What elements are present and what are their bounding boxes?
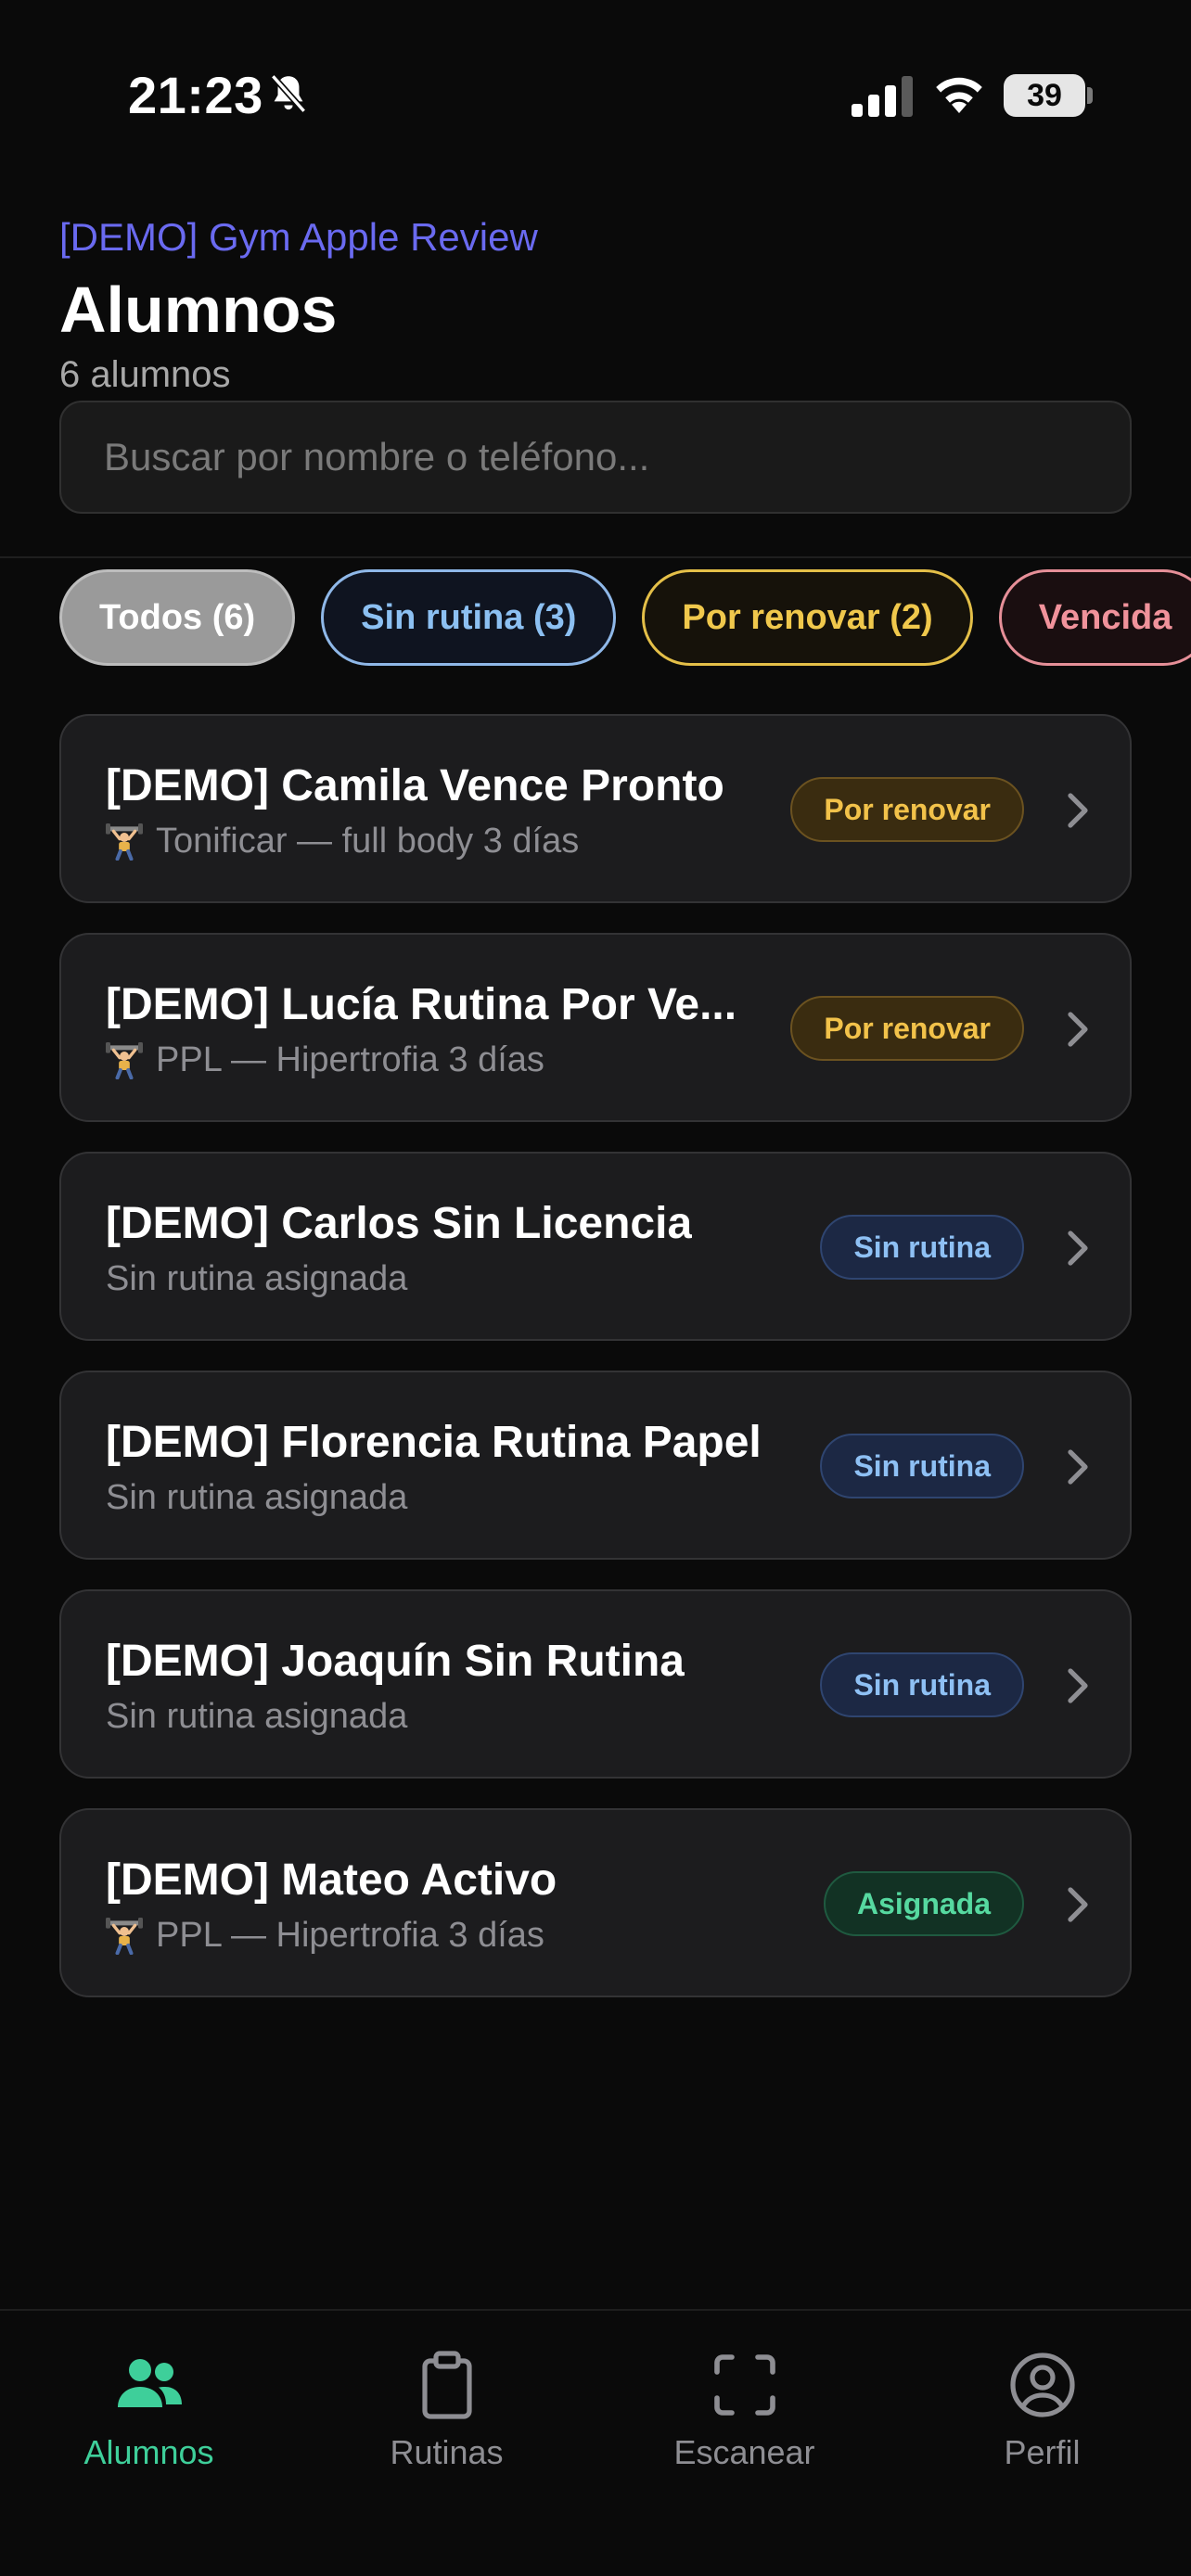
tab-bar: Alumnos Rutinas Escanear Perfil <box>0 2309 1191 2576</box>
student-routine: Sin rutina asignada <box>106 1478 407 1518</box>
tab-label: Perfil <box>1004 2433 1081 2471</box>
students-screen: 21:23 39 [DEMO] Gym Apple Review Alumnos… <box>0 0 1191 2576</box>
tab-alumnos[interactable]: Alumnos <box>0 2348 298 2496</box>
filter-chips: Todos (6) Sin rutina (3) Por renovar (2)… <box>59 569 1191 666</box>
weightlifter-icon <box>106 823 143 861</box>
student-card[interactable]: [DEMO] Florencia Rutina Papel Sin rutina… <box>59 1371 1132 1560</box>
routine-label: Sin rutina asignada <box>106 1697 408 1736</box>
cellular-signal-icon <box>852 76 913 117</box>
status-badge: Por renovar <box>790 996 1024 1061</box>
tab-label: Escanear <box>673 2433 815 2471</box>
chevron-right-icon <box>1068 1449 1088 1485</box>
student-routine: PPL — Hipertrofia 3 días <box>106 1916 544 1956</box>
gym-name: [DEMO] Gym Apple Review <box>59 215 538 259</box>
student-count: 6 alumnos <box>59 354 231 395</box>
chevron-right-icon <box>1068 1231 1088 1266</box>
student-name: [DEMO] Mateo Activo <box>106 1855 557 1905</box>
status-time: 21:23 <box>128 66 263 124</box>
bell-muted-icon <box>270 74 307 113</box>
status-badge: Sin rutina <box>820 1215 1024 1280</box>
status-badge: Sin rutina <box>820 1652 1024 1717</box>
weightlifter-icon <box>106 1041 143 1079</box>
student-card[interactable]: [DEMO] Mateo Activo PPL — Hipertrofia 3 … <box>59 1808 1132 1997</box>
student-card[interactable]: [DEMO] Joaquín Sin Rutina Sin rutina asi… <box>59 1589 1132 1779</box>
status-bar: 21:23 39 <box>0 0 1191 148</box>
tab-label: Rutinas <box>390 2433 504 2471</box>
chevron-right-icon <box>1068 1887 1088 1922</box>
tab-escanear[interactable]: Escanear <box>596 2348 893 2496</box>
status-badge: Por renovar <box>790 777 1024 842</box>
scan-icon <box>713 2354 775 2416</box>
weightlifter-icon <box>106 1917 143 1955</box>
tab-label: Alumnos <box>83 2433 214 2471</box>
chevron-right-icon <box>1068 1012 1088 1047</box>
student-name: [DEMO] Florencia Rutina Papel <box>106 1418 762 1467</box>
student-card[interactable]: [DEMO] Camila Vence Pronto Tonificar — f… <box>59 714 1132 903</box>
student-name: [DEMO] Camila Vence Pronto <box>106 761 724 810</box>
student-routine: Tonificar — full body 3 días <box>106 822 579 861</box>
routine-label: PPL — Hipertrofia 3 días <box>156 1040 544 1079</box>
search-box[interactable] <box>59 401 1132 514</box>
student-list: [DEMO] Camila Vence Pronto Tonificar — f… <box>59 714 1132 2027</box>
clipboard-icon <box>421 2351 472 2419</box>
student-name: [DEMO] Lucía Rutina Por Ve... <box>106 980 737 1029</box>
student-routine: Sin rutina asignada <box>106 1259 407 1299</box>
routine-label: Tonificar — full body 3 días <box>156 822 580 861</box>
page-title: Alumnos <box>59 274 338 346</box>
student-routine: Sin rutina asignada <box>106 1697 407 1737</box>
routine-label: PPL — Hipertrofia 3 días <box>156 1916 544 1955</box>
student-card[interactable]: [DEMO] Lucía Rutina Por Ve... PPL — Hipe… <box>59 933 1132 1122</box>
users-icon <box>117 2359 182 2407</box>
tab-perfil[interactable]: Perfil <box>893 2348 1191 2496</box>
student-card[interactable]: [DEMO] Carlos Sin Licencia Sin rutina as… <box>59 1152 1132 1341</box>
profile-icon <box>1009 2353 1075 2417</box>
student-name: [DEMO] Carlos Sin Licencia <box>106 1199 693 1248</box>
filter-chip-no-routine[interactable]: Sin rutina (3) <box>321 569 617 666</box>
student-routine: PPL — Hipertrofia 3 días <box>106 1040 544 1080</box>
status-badge: Asignada <box>823 1871 1024 1936</box>
routine-label: Sin rutina asignada <box>106 1259 408 1298</box>
tab-rutinas[interactable]: Rutinas <box>298 2348 596 2496</box>
routine-label: Sin rutina asignada <box>106 1478 408 1517</box>
filter-chip-all[interactable]: Todos (6) <box>59 569 296 666</box>
student-name: [DEMO] Joaquín Sin Rutina <box>106 1637 685 1686</box>
chevron-right-icon <box>1068 1668 1088 1703</box>
battery-indicator: 39 <box>1004 74 1085 117</box>
filter-chip-expired[interactable]: Vencida <box>998 569 1191 666</box>
search-input[interactable] <box>104 435 1130 479</box>
battery-tip <box>1087 87 1093 104</box>
filter-chip-to-renew[interactable]: Por renovar (2) <box>642 569 973 666</box>
header-divider <box>0 556 1191 558</box>
wifi-icon <box>936 77 982 113</box>
status-badge: Sin rutina <box>820 1434 1024 1498</box>
chevron-right-icon <box>1068 793 1088 828</box>
